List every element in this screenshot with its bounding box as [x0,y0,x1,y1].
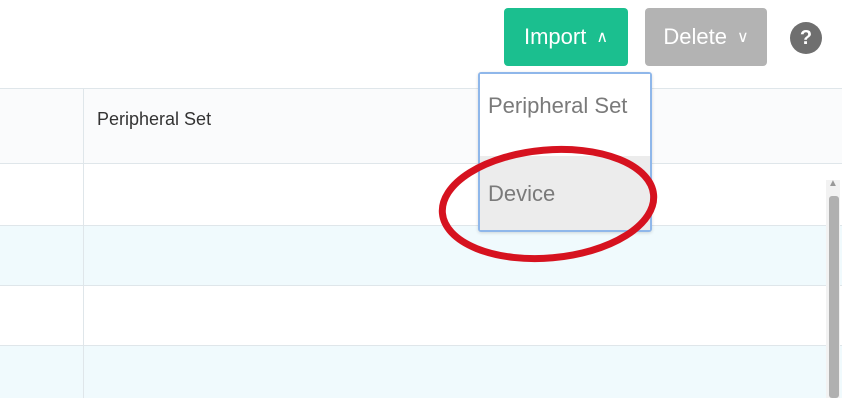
help-icon[interactable]: ? [790,22,822,54]
import-button-label: Import [523,24,587,49]
import-dropdown-menu: Peripheral Set Device [478,72,652,232]
table-row[interactable] [0,346,842,398]
table-row[interactable] [0,164,842,226]
chevron-up-icon: ∧ [596,29,609,46]
import-button[interactable]: Import ∧ [504,8,628,66]
vertical-scrollbar-thumb[interactable] [829,196,839,398]
menu-item-device[interactable]: Device [480,156,650,230]
delete-button[interactable]: Delete ∨ [645,8,767,66]
table-row[interactable] [0,226,842,286]
delete-button-label: Delete [663,24,727,49]
column-divider [83,88,84,398]
data-table: Peripheral Set [0,88,842,398]
table-row[interactable] [0,286,842,346]
scroll-up-arrow-icon[interactable]: ▲ [828,178,838,189]
chevron-down-icon: ∨ [736,29,749,46]
column-header-peripheral-set[interactable]: Peripheral Set [97,109,211,130]
menu-item-peripheral-set[interactable]: Peripheral Set [480,74,650,156]
table-header-row: Peripheral Set [0,88,842,164]
